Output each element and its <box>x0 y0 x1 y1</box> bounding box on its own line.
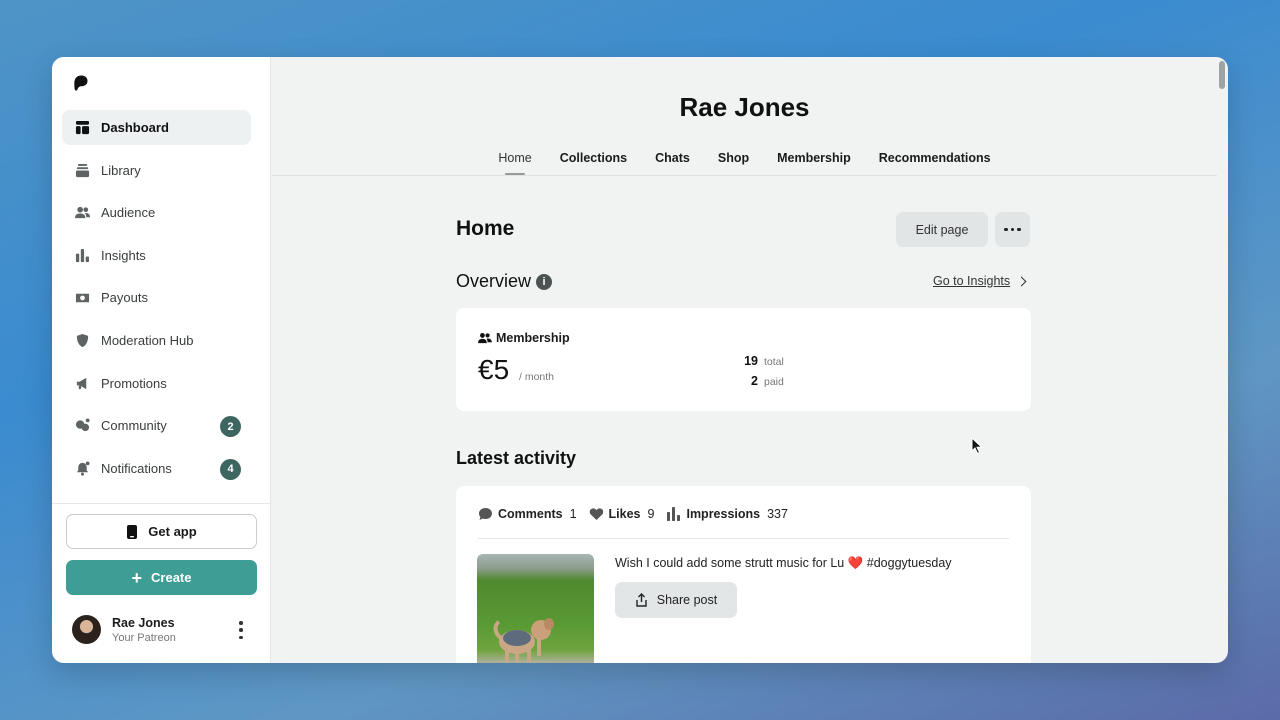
latest-activity-card: Comments 1 Likes 9 Impressions 337 Wish … <box>456 486 1031 663</box>
community-badge: 2 <box>220 416 241 438</box>
sidebar-nav: Dashboard Library Audience Insights Payo… <box>62 110 251 493</box>
audience-icon <box>74 205 90 221</box>
create-button[interactable]: + Create <box>66 560 257 595</box>
chat-bubbles-icon <box>74 418 90 434</box>
sidebar-item-community[interactable]: Community 2 <box>62 408 251 443</box>
impressions-label: Impressions <box>686 507 761 521</box>
go-to-insights-label: Go to Insights <box>933 274 1011 288</box>
membership-price: €5 <box>478 354 510 385</box>
edit-page-button[interactable]: Edit page <box>896 212 988 247</box>
overview-title: Overview <box>456 271 532 291</box>
share-post-button[interactable]: Share post <box>615 582 737 618</box>
sidebar: Dashboard Library Audience Insights Payo… <box>52 57 271 663</box>
membership-label: Membership <box>496 331 570 345</box>
tab-chats[interactable]: Chats <box>641 151 704 175</box>
sidebar-item-insights[interactable]: Insights <box>62 238 251 273</box>
tab-membership[interactable]: Membership <box>763 151 865 175</box>
more-options-button[interactable] <box>995 212 1030 247</box>
sidebar-item-moderation-hub[interactable]: Moderation Hub <box>62 323 251 358</box>
main-content: Rae Jones Home Collections Chats Shop Me… <box>272 57 1217 663</box>
get-app-button[interactable]: Get app <box>66 514 257 549</box>
library-icon <box>74 162 90 178</box>
likes-metric[interactable]: Likes 9 <box>589 507 655 521</box>
membership-card: Membership €5 / month 19 total 2 paid <box>456 308 1031 411</box>
post-text[interactable]: Wish I could add some strutt music for L… <box>615 556 952 571</box>
membership-heading: Membership <box>478 331 570 345</box>
sidebar-item-notifications[interactable]: Notifications 4 <box>62 451 251 486</box>
bar-chart-icon <box>667 507 681 521</box>
insights-icon <box>74 247 90 263</box>
sidebar-item-label: Audience <box>101 205 156 221</box>
tab-shop[interactable]: Shop <box>704 151 763 175</box>
comments-label: Comments <box>498 507 563 521</box>
paid-members-label: paid <box>764 376 784 388</box>
mouse-pointer-icon <box>971 437 983 455</box>
user-profile[interactable]: Rae Jones Your Patreon <box>72 615 252 647</box>
comment-icon <box>479 508 492 520</box>
activity-divider <box>478 538 1009 539</box>
app-window: Dashboard Library Audience Insights Payo… <box>52 57 1228 663</box>
activity-metrics: Comments 1 Likes 9 Impressions 337 <box>478 507 800 521</box>
likes-count: 9 <box>647 507 655 521</box>
sidebar-item-library[interactable]: Library <box>62 153 251 188</box>
sidebar-item-label: Promotions <box>101 375 167 391</box>
dog-photo <box>493 618 554 662</box>
tab-collections[interactable]: Collections <box>546 151 641 175</box>
tab-recommendations[interactable]: Recommendations <box>865 151 1005 175</box>
scrollbar[interactable] <box>1219 61 1225 89</box>
tab-home[interactable]: Home <box>484 151 545 175</box>
sidebar-item-label: Payouts <box>101 290 148 306</box>
comments-metric[interactable]: Comments 1 <box>478 507 577 521</box>
user-name: Rae Jones <box>112 616 175 630</box>
likes-label: Likes <box>608 507 641 521</box>
sidebar-item-payouts[interactable]: Payouts <box>62 280 251 315</box>
latest-activity-title: Latest activity <box>456 448 577 468</box>
more-vertical-icon[interactable] <box>236 621 246 639</box>
audience-icon <box>478 333 492 344</box>
sidebar-item-promotions[interactable]: Promotions <box>62 366 251 401</box>
sidebar-item-label: Insights <box>101 247 146 263</box>
impressions-count: 337 <box>767 507 788 521</box>
user-subtitle: Your Patreon <box>112 632 176 644</box>
patreon-logo[interactable] <box>74 75 88 91</box>
page-tabs: Home Collections Chats Shop Membership R… <box>272 151 1217 175</box>
sidebar-item-label: Dashboard <box>101 120 169 135</box>
plus-icon: + <box>131 567 143 588</box>
header-divider <box>272 175 1217 176</box>
total-members-value: 19 <box>744 354 758 368</box>
get-app-label: Get app <box>148 524 197 539</box>
dashboard-icon <box>74 120 90 136</box>
notifications-badge: 4 <box>220 458 241 480</box>
sidebar-item-label: Moderation Hub <box>101 332 194 348</box>
sidebar-item-label: Community <box>101 418 167 434</box>
heart-icon <box>589 508 603 520</box>
sidebar-item-dashboard[interactable]: Dashboard <box>62 110 251 145</box>
avatar <box>72 615 101 644</box>
sidebar-item-label: Notifications <box>101 460 172 476</box>
overview-heading: Overview i <box>456 271 553 292</box>
bell-icon <box>74 460 90 476</box>
payouts-icon <box>74 290 90 306</box>
megaphone-icon <box>74 375 90 391</box>
membership-period: / month <box>519 371 555 383</box>
section-title-home: Home <box>456 217 515 240</box>
go-to-insights-link[interactable]: Go to Insights <box>933 274 1027 288</box>
comments-count: 1 <box>569 507 577 521</box>
sidebar-divider <box>52 503 271 504</box>
share-post-label: Share post <box>656 593 718 607</box>
shield-icon <box>74 332 90 348</box>
share-icon <box>636 593 647 607</box>
impressions-metric[interactable]: Impressions 337 <box>666 507 788 521</box>
total-members-label: total <box>764 356 784 368</box>
create-label: Create <box>151 570 192 585</box>
phone-icon <box>127 524 138 539</box>
paid-members-value: 2 <box>751 374 758 388</box>
creator-name-title: Rae Jones <box>679 92 810 122</box>
sidebar-item-audience[interactable]: Audience <box>62 195 251 230</box>
info-icon[interactable]: i <box>536 273 553 290</box>
sidebar-item-label: Library <box>101 162 141 178</box>
post-thumbnail[interactable] <box>477 554 594 663</box>
chevron-right-icon <box>1016 276 1027 286</box>
